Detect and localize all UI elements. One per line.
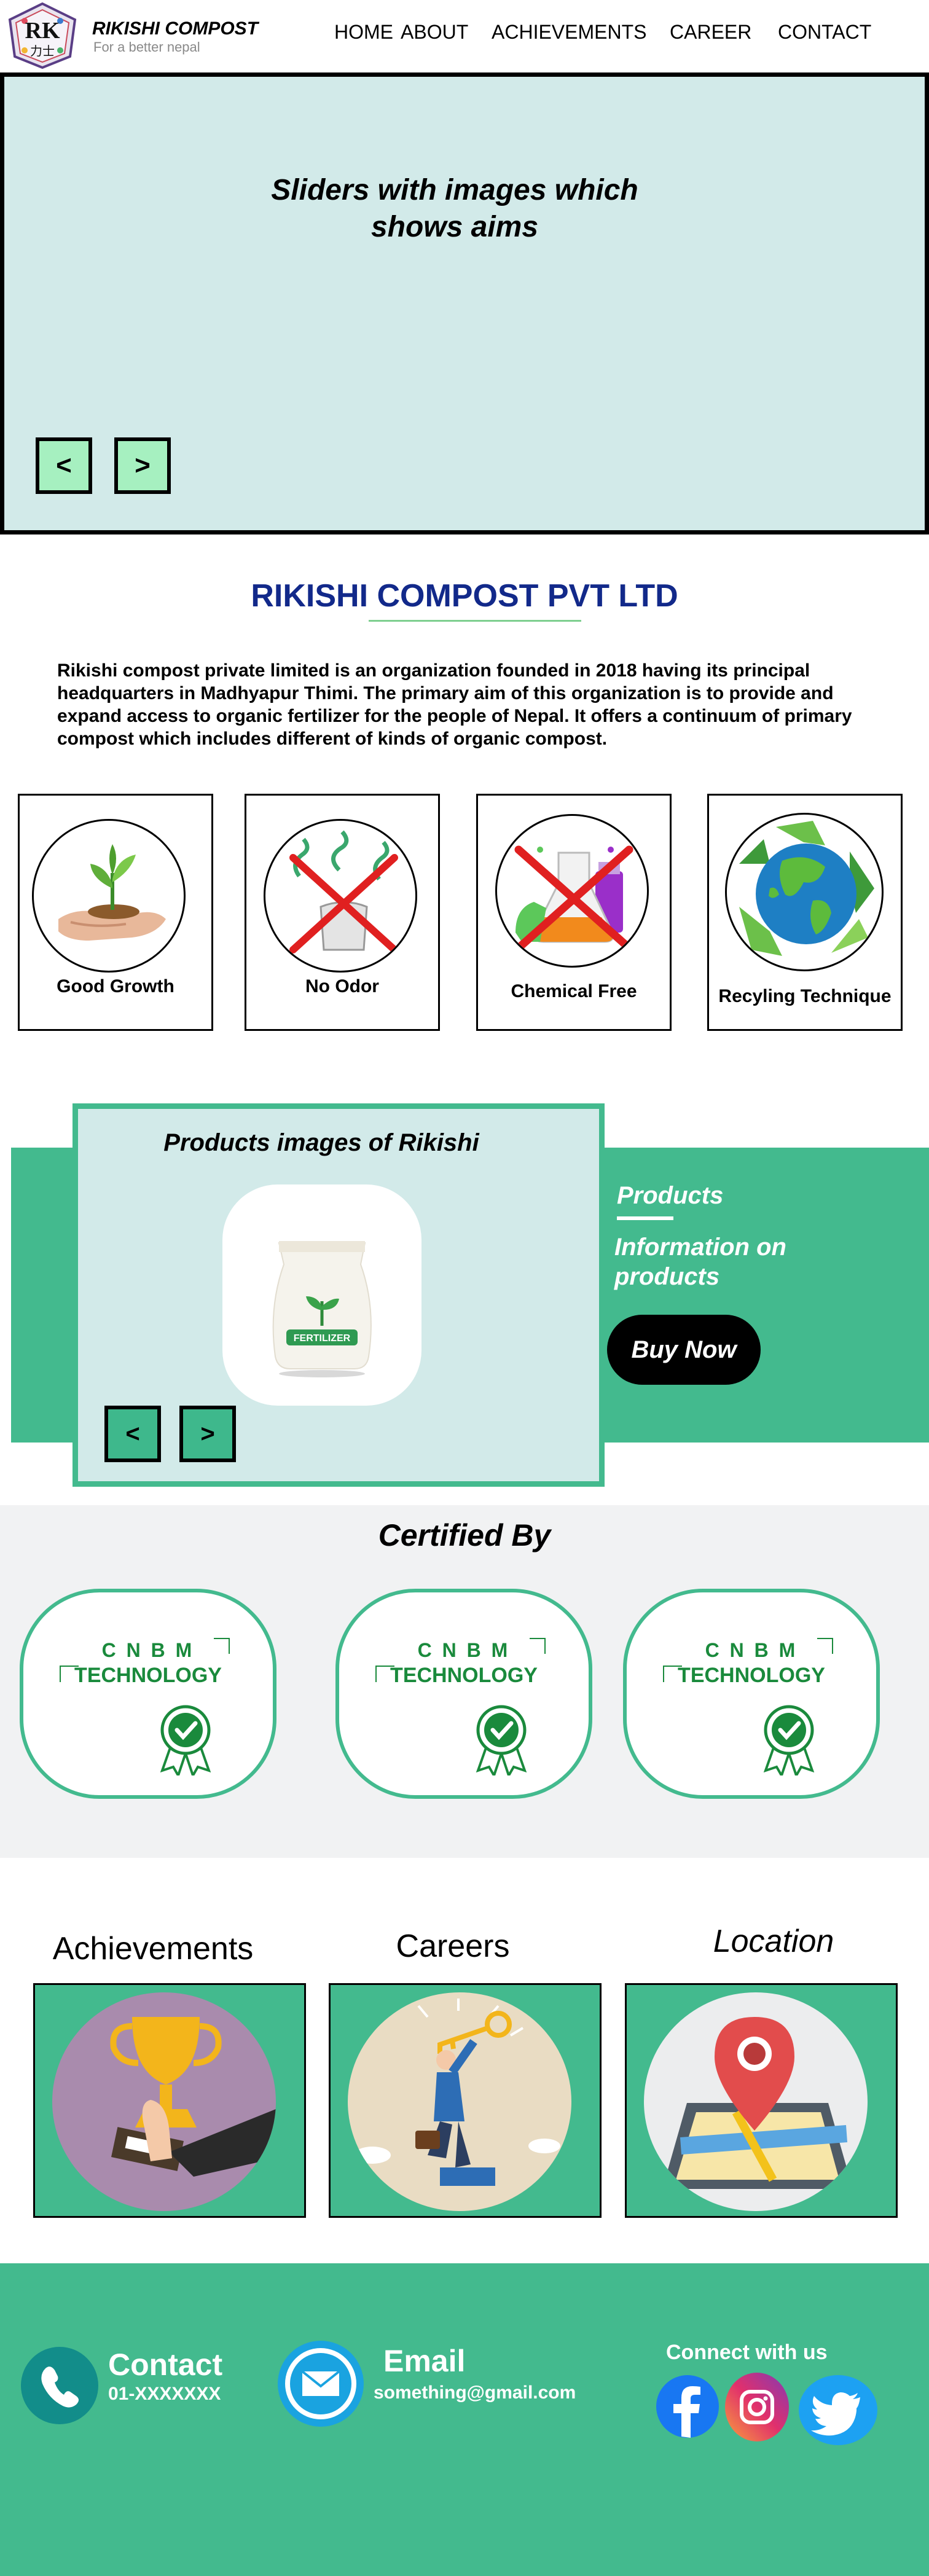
nav-link-contact[interactable]: CONTACT bbox=[778, 21, 871, 44]
nav-link-achievements[interactable]: ACHIEVEMENTS bbox=[492, 21, 646, 44]
svg-text:FERTILIZER: FERTILIZER bbox=[294, 1333, 351, 1344]
contact-value: 01-XXXXXXX bbox=[108, 2384, 221, 2404]
product-next-button[interactable]: > bbox=[179, 1406, 236, 1462]
buy-now-button[interactable]: Buy Now bbox=[607, 1315, 761, 1385]
email-label: Email bbox=[383, 2344, 466, 2378]
slider-next-button[interactable]: > bbox=[114, 437, 171, 494]
feature-label: Recyling Technique bbox=[718, 986, 892, 1006]
products-label: Products bbox=[617, 1182, 724, 1209]
brand-tagline: For a better nepal bbox=[93, 39, 200, 55]
nav-link-home[interactable]: HOME bbox=[334, 21, 393, 44]
careers-card[interactable] bbox=[329, 1983, 602, 2218]
feature-label: No Odor bbox=[305, 976, 379, 996]
certified-badge-icon bbox=[476, 1705, 527, 1775]
plant-in-hand-icon bbox=[32, 819, 186, 973]
cert-line1: C N B M bbox=[417, 1639, 511, 1661]
trophy-icon bbox=[52, 1992, 276, 2211]
footer bbox=[0, 2263, 929, 2576]
location-card[interactable] bbox=[625, 1983, 898, 2218]
achievements-card[interactable] bbox=[33, 1983, 306, 2218]
title-underline bbox=[369, 620, 581, 622]
certified-title: Certified By bbox=[378, 1518, 551, 1552]
achievements-title: Achievements bbox=[52, 1931, 254, 1967]
twitter-icon[interactable] bbox=[799, 2375, 877, 2445]
products-underline bbox=[617, 1216, 673, 1220]
products-info: Information on products bbox=[614, 1234, 786, 1290]
contact-label: Contact bbox=[108, 2347, 223, 2382]
brand-name: RIKISHI COMPOST bbox=[92, 18, 259, 39]
cert-card: C N B M TECHNOLOGY bbox=[623, 1589, 880, 1799]
facebook-icon[interactable] bbox=[656, 2375, 719, 2438]
product-image: FERTILIZER bbox=[222, 1184, 421, 1406]
recycle-globe-icon bbox=[725, 813, 884, 971]
map-pin-icon bbox=[644, 1992, 868, 2211]
about-paragraph: Rikishi compost private limited is an or… bbox=[57, 660, 852, 749]
career-key-icon bbox=[348, 1992, 571, 2211]
nav-link-career[interactable]: CAREER bbox=[670, 21, 751, 44]
feature-card-no-odor: No Odor bbox=[245, 794, 440, 1031]
careers-title: Careers bbox=[396, 1928, 510, 1964]
feature-card-chemical-free: Chemical Free bbox=[476, 794, 672, 1031]
products-title: Products images of Rikishi bbox=[163, 1129, 479, 1156]
product-prev-button[interactable]: < bbox=[104, 1406, 161, 1462]
certified-badge-icon bbox=[160, 1705, 211, 1775]
certified-badge-icon bbox=[763, 1705, 815, 1775]
feature-card-recycling: Recyling Technique bbox=[707, 794, 903, 1031]
svg-text:力士: 力士 bbox=[30, 44, 55, 58]
svg-text:RK: RK bbox=[25, 18, 60, 44]
cert-card: C N B M TECHNOLOGY bbox=[335, 1589, 592, 1799]
no-odor-icon bbox=[264, 819, 417, 973]
cert-line2: TECHNOLOGY bbox=[678, 1664, 825, 1687]
cert-line1: C N B M bbox=[101, 1639, 195, 1661]
hero-text: Sliders with images which shows aims bbox=[271, 174, 638, 243]
instagram-icon[interactable] bbox=[725, 2373, 789, 2441]
cert-line2: TECHNOLOGY bbox=[74, 1664, 222, 1687]
phone-icon[interactable] bbox=[21, 2347, 98, 2424]
fertilizer-bag-icon: FERTILIZER bbox=[272, 1241, 372, 1377]
feature-label: Chemical Free bbox=[511, 981, 637, 1001]
location-title: Location bbox=[713, 1924, 834, 1959]
cert-line2: TECHNOLOGY bbox=[390, 1664, 538, 1687]
cert-card: C N B M TECHNOLOGY bbox=[20, 1589, 276, 1799]
slider-prev-button[interactable]: < bbox=[36, 437, 92, 494]
email-icon[interactable] bbox=[275, 2338, 366, 2429]
connect-label: Connect with us bbox=[666, 2341, 828, 2364]
company-title: RIKISHI COMPOST PVT LTD bbox=[251, 578, 678, 614]
nav-link-about[interactable]: ABOUT bbox=[401, 21, 468, 44]
navbar: RK 力士 RIKISHI COMPOST For a better nepal… bbox=[0, 0, 929, 72]
email-value: something@gmail.com bbox=[374, 2382, 576, 2403]
rikishi-logo[interactable]: RK 力士 bbox=[6, 2, 79, 69]
chemical-free-icon bbox=[495, 814, 649, 968]
cert-line1: C N B M bbox=[705, 1639, 798, 1661]
feature-label: Good Growth bbox=[57, 976, 174, 996]
feature-card-good-growth: Good Growth bbox=[18, 794, 213, 1031]
